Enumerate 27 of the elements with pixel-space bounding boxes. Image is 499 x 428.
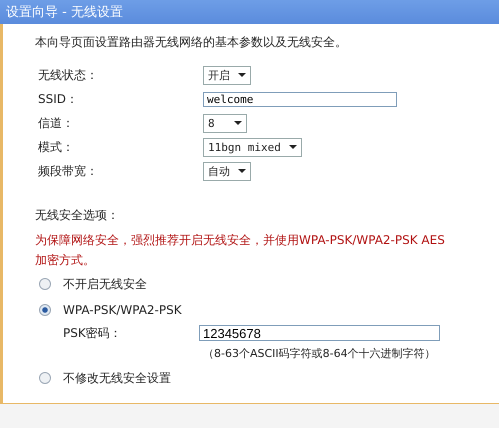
dropdown[interactable]: 自动 [203, 162, 251, 180]
caret-icon [238, 169, 246, 173]
window-title: 设置向导 - 无线设置 [6, 4, 123, 21]
caret-icon [234, 121, 242, 125]
password-field[interactable]: 12345678 [199, 325, 440, 341]
field-label: 无线状态： [37, 66, 99, 84]
radio-label: 不开启无线安全 [63, 276, 147, 292]
dropdown[interactable]: 11bgn mixed [203, 138, 302, 156]
field-label: 模式： [37, 138, 75, 156]
field-label: PSK密码： [63, 324, 123, 342]
caret-icon [238, 73, 246, 77]
radio-button[interactable] [39, 372, 51, 384]
hint-text: （8-63个ASCII码字符或8-64个十六进制字符） [202, 346, 437, 362]
dropdown[interactable]: 开启 [203, 66, 251, 84]
field-label: 信道： [37, 114, 75, 132]
section-heading: 无线安全选项： [35, 207, 120, 224]
input-field[interactable]: welcome [203, 92, 397, 106]
radio-label: WPA-PSK/WPA2-PSK [63, 303, 182, 317]
radio-label: 不修改无线安全设置 [63, 370, 171, 386]
dropdown[interactable]: 8 [203, 114, 247, 132]
intro-text: 本向导页面设置路由器无线网络的基本参数以及无线安全。 [35, 34, 348, 51]
radio-button[interactable] [39, 304, 51, 316]
field-label: SSID： [37, 90, 80, 108]
caret-icon [288, 145, 297, 149]
field-label: 频段带宽： [37, 162, 99, 180]
radio-button[interactable] [39, 278, 51, 290]
warning-text: 为保障网络安全，强烈推荐开启无线安全，并使用WPA-PSK/WPA2-PSK AES加密方式。 [35, 232, 446, 269]
